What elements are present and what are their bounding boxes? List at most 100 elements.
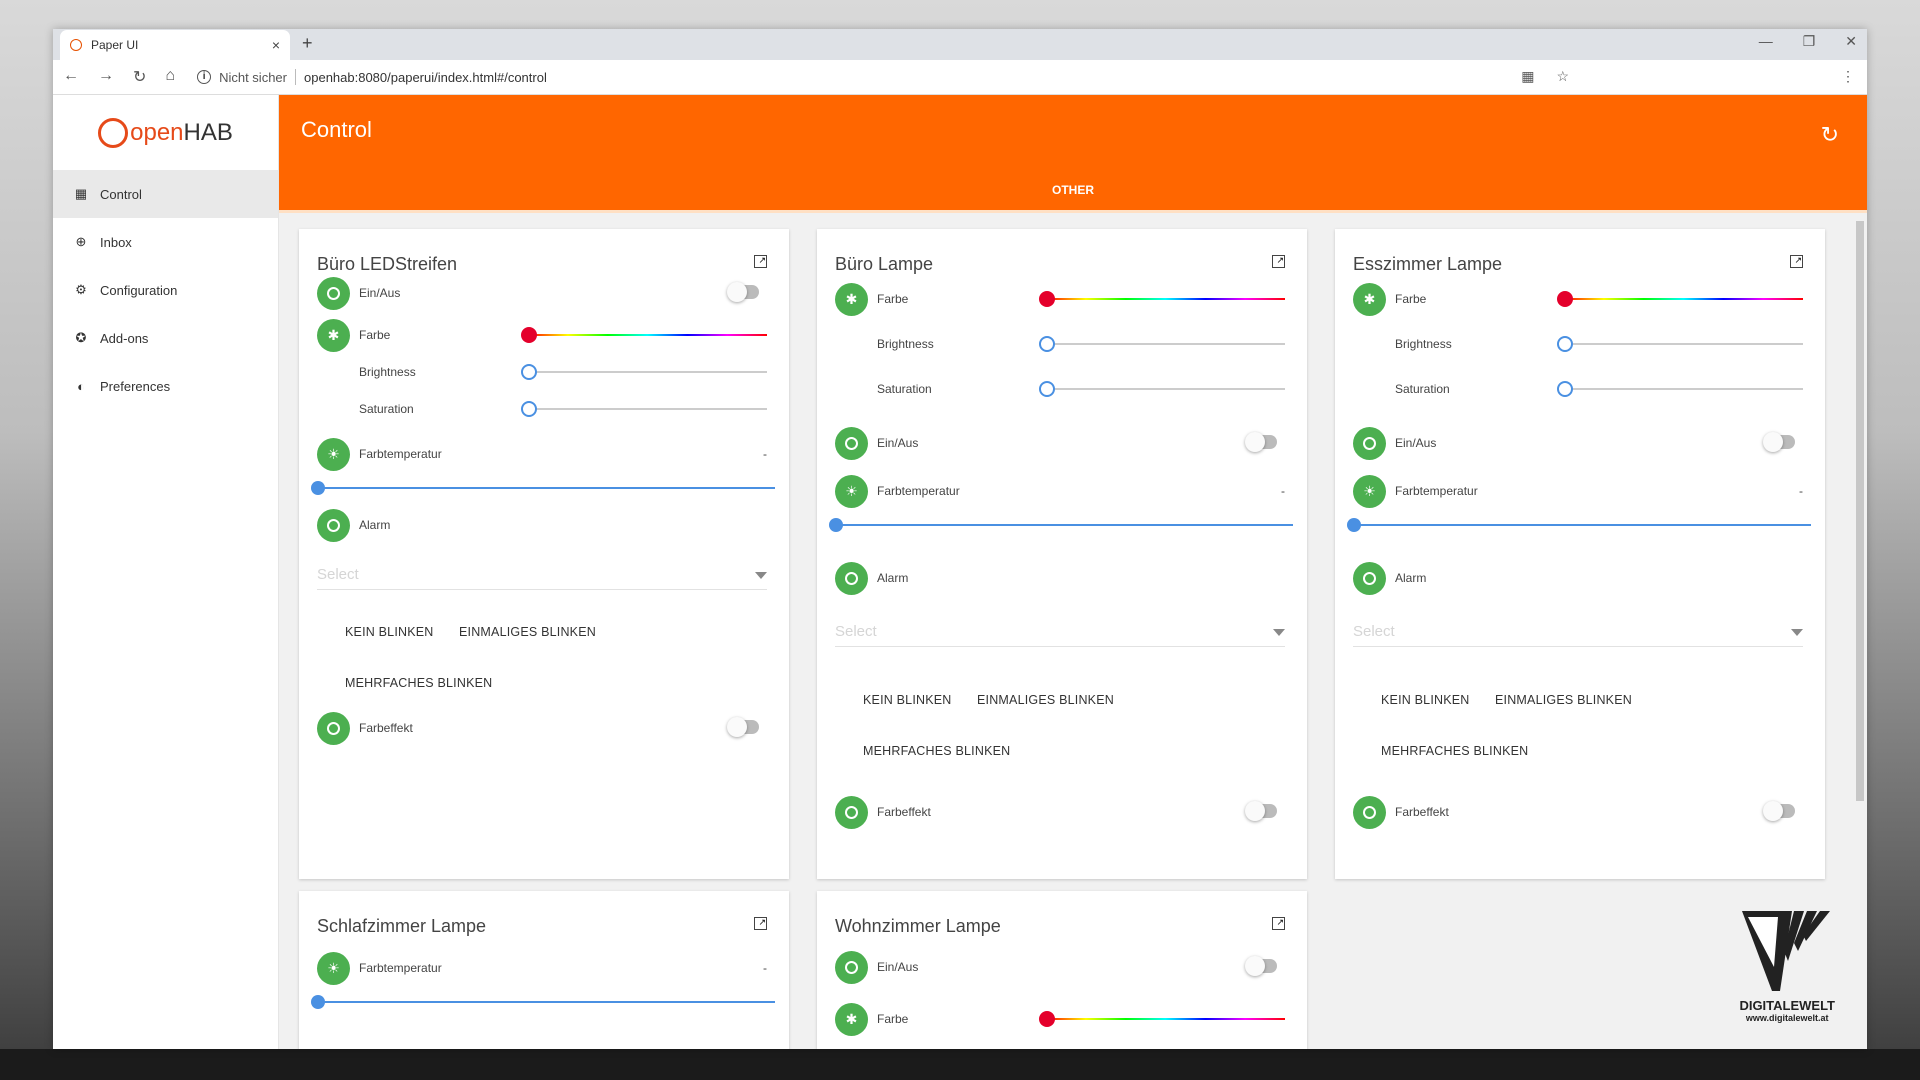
sidebar-item-inbox[interactable]: ⊕ Inbox — [53, 218, 278, 266]
alarm-label: Alarm — [1395, 571, 1427, 585]
farbtemp-slider[interactable] — [829, 518, 1293, 532]
hue-slider[interactable] — [1039, 291, 1285, 307]
brightness-slider-knob[interactable] — [1039, 336, 1055, 352]
saturation-slider-knob[interactable] — [1039, 381, 1055, 397]
einmaliges-blinken-button[interactable]: EINMALIGES BLINKEN — [977, 693, 1114, 707]
tab-title: Paper UI — [91, 38, 139, 52]
onoff-label: Ein/Aus — [877, 436, 919, 450]
farbtemp-slider[interactable] — [1347, 518, 1811, 532]
einmaliges-blinken-button[interactable]: EINMALIGES BLINKEN — [1495, 693, 1632, 707]
sidebar-item-label: Inbox — [100, 234, 132, 250]
farbtemp-slider-knob[interactable] — [311, 481, 325, 495]
new-tab-button[interactable]: + — [302, 33, 313, 54]
hue-slider[interactable] — [521, 327, 767, 343]
power-icon — [1353, 426, 1386, 460]
brightness-slider[interactable] — [1039, 336, 1285, 352]
kein-blinken-button[interactable]: KEIN BLINKEN — [345, 625, 434, 639]
einmaliges-blinken-button[interactable]: EINMALIGES BLINKEN — [459, 625, 596, 639]
minimize-icon[interactable]: — — [1759, 33, 1773, 50]
open-external-icon[interactable]: ↗ — [754, 255, 767, 268]
brightness-slider-knob[interactable] — [1557, 336, 1573, 352]
open-external-icon[interactable]: ↗ — [754, 917, 767, 930]
alarm-label: Alarm — [877, 571, 909, 585]
farbeffekt-row: Farbeffekt — [317, 711, 767, 745]
url-field[interactable]: i Nicht sicher openhab:8080/paperui/inde… — [197, 69, 547, 85]
onoff-toggle[interactable] — [1763, 432, 1795, 452]
brightness-slider[interactable] — [1557, 336, 1803, 352]
mehrfaches-blinken-button[interactable]: MEHRFACHES BLINKEN — [1381, 744, 1528, 758]
restore-icon[interactable]: ❐ — [1803, 33, 1816, 50]
farbtemp-slider[interactable] — [311, 481, 775, 495]
saturation-slider-knob[interactable] — [521, 401, 537, 417]
mehrfaches-blinken-button[interactable]: MEHRFACHES BLINKEN — [863, 744, 1010, 758]
home-icon[interactable]: ⌂ — [165, 67, 175, 87]
sidebar-item-preferences[interactable]: ◐ Preferences — [53, 362, 278, 410]
brightness-slider[interactable] — [521, 364, 767, 380]
farbtemp-slider[interactable] — [311, 995, 775, 1009]
hue-slider-knob[interactable] — [1557, 291, 1573, 307]
browser-tab[interactable]: Paper UI × — [60, 30, 290, 60]
hue-slider[interactable] — [1557, 291, 1803, 307]
onoff-toggle[interactable] — [1245, 956, 1277, 976]
farbe-label: Farbe — [877, 1012, 909, 1026]
saturation-slider[interactable] — [521, 401, 767, 417]
info-icon[interactable]: i — [197, 70, 212, 84]
onoff-toggle[interactable] — [1245, 432, 1277, 452]
tab-close-icon[interactable]: × — [272, 37, 280, 53]
openhab-logo[interactable]: openHAB — [53, 95, 278, 170]
alarm-icon — [835, 561, 868, 595]
saturation-slider[interactable] — [1557, 381, 1803, 397]
menu-dots-icon[interactable]: ⋮ — [1841, 68, 1855, 85]
saturation-slider[interactable] — [1039, 381, 1285, 397]
farbeffekt-toggle[interactable] — [727, 717, 759, 737]
thing-card: Esszimmer Lampe ↗ ✱ Farbe Brightness Satu… — [1335, 229, 1825, 879]
power-icon — [835, 426, 868, 460]
refresh-icon[interactable]: ↻ — [1821, 122, 1839, 148]
alarm-select[interactable]: Select — [317, 560, 767, 590]
url-separator — [295, 69, 296, 85]
farbtemp-value: - — [763, 961, 767, 975]
farbtemp-slider-knob[interactable] — [829, 518, 843, 532]
hue-slider[interactable] — [1039, 1011, 1285, 1027]
reload-icon[interactable]: ↻ — [133, 67, 146, 87]
hue-slider-knob[interactable] — [1039, 1011, 1055, 1027]
gear-icon: ⚙ — [75, 282, 87, 297]
open-external-icon[interactable]: ↗ — [1272, 917, 1285, 930]
sidebar-item-control[interactable]: ▦ Control — [53, 170, 278, 218]
farbeffekt-toggle[interactable] — [1763, 801, 1795, 821]
alarm-select[interactable]: Select — [835, 617, 1285, 647]
sidebar-item-label: Configuration — [100, 282, 178, 298]
close-window-icon[interactable]: ✕ — [1845, 33, 1857, 50]
hue-slider-knob[interactable] — [521, 327, 537, 343]
brightness-slider-knob[interactable] — [521, 364, 537, 380]
farbtemp-slider-knob[interactable] — [311, 995, 325, 1009]
onoff-toggle[interactable] — [727, 282, 759, 302]
scrollbar[interactable] — [1856, 221, 1864, 801]
farbtemp-row: ☀ Farbtemperatur - — [1353, 474, 1803, 508]
farbtemp-slider-knob[interactable] — [1347, 518, 1361, 532]
hue-slider-knob[interactable] — [1039, 291, 1055, 307]
forward-icon[interactable]: → — [98, 67, 114, 87]
mehrfaches-blinken-button[interactable]: MEHRFACHES BLINKEN — [345, 676, 492, 690]
farbe-row: ✱ Farbe — [317, 318, 767, 352]
translate-icon[interactable]: ▦ — [1521, 68, 1534, 85]
sidebar-item-label: Add-ons — [100, 330, 149, 346]
bookmark-star-icon[interactable]: ☆ — [1556, 68, 1569, 85]
open-external-icon[interactable]: ↗ — [1272, 255, 1285, 268]
power-icon — [317, 711, 350, 745]
color-bulb-icon: ✱ — [835, 282, 868, 316]
alarm-select[interactable]: Select — [1353, 617, 1803, 647]
sidebar-item-configuration[interactable]: ⚙ Configuration — [53, 266, 278, 314]
kein-blinken-button[interactable]: KEIN BLINKEN — [863, 693, 952, 707]
kein-blinken-button[interactable]: KEIN BLINKEN — [1381, 693, 1470, 707]
power-icon — [317, 276, 350, 310]
sidebar-item-add-ons[interactable]: ✪ Add-ons — [53, 314, 278, 362]
brightness-sun-icon: ☀ — [317, 437, 350, 471]
alarm-label: Alarm — [359, 518, 391, 532]
tab-other[interactable]: OTHER — [279, 183, 1867, 197]
farbeffekt-toggle[interactable] — [1245, 801, 1277, 821]
saturation-slider-knob[interactable] — [1557, 381, 1573, 397]
open-external-icon[interactable]: ↗ — [1790, 255, 1803, 268]
color-bulb-icon: ✱ — [835, 1002, 868, 1036]
back-icon[interactable]: ← — [63, 67, 79, 87]
